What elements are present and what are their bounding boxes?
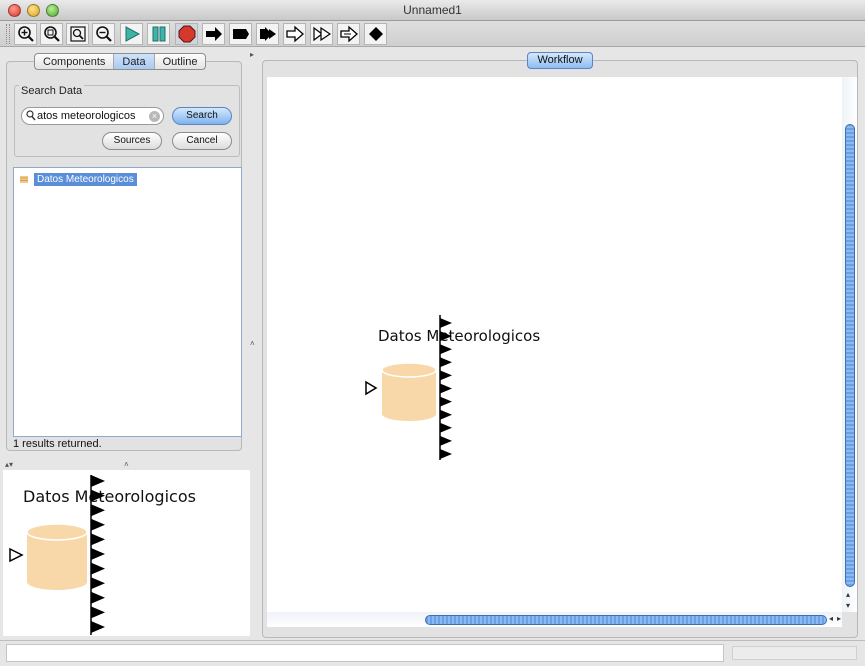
scroll-up-icon[interactable]: ▴: [846, 590, 850, 599]
splitter-handle-icon[interactable]: ˄: [250, 339, 255, 348]
workflow-canvas[interactable]: Datos Meteorologicos: [267, 77, 842, 612]
search-input-value: atos meteorologicos: [37, 110, 136, 122]
output-port-icon[interactable]: [91, 562, 105, 575]
diamond-icon: [368, 27, 383, 41]
stop-icon: [178, 25, 195, 43]
search-input[interactable]: atos meteorologicos ×: [21, 107, 164, 125]
database-icon: [381, 362, 437, 421]
run-icon: [125, 26, 140, 42]
results-list[interactable]: Datos Meteorologicos: [13, 167, 242, 437]
output-port-icon[interactable]: [91, 591, 105, 604]
arrow-right-icon: [205, 27, 222, 41]
output-port-icon[interactable]: [91, 621, 105, 633]
zoom-fit-button[interactable]: [40, 23, 63, 45]
output-port-icon[interactable]: [91, 504, 105, 517]
output-port-icon[interactable]: [440, 409, 452, 420]
output-port-icon[interactable]: [440, 383, 452, 394]
zoom-in-button[interactable]: [14, 23, 37, 45]
left-panel: Components Data Outline Search Data atos…: [6, 50, 246, 455]
scroll-right-icon[interactable]: ▸: [837, 614, 841, 623]
window-title: Unnamed1: [403, 3, 462, 17]
outline-arrow-icon: [285, 25, 304, 43]
output-port-icon[interactable]: [440, 331, 452, 342]
output-port-icon[interactable]: [440, 435, 452, 446]
sources-button[interactable]: Sources: [102, 132, 162, 150]
scroll-left-icon[interactable]: ◂: [829, 614, 833, 623]
zoom-reset-button[interactable]: [66, 23, 89, 45]
fast-forward-button[interactable]: [310, 23, 333, 45]
diamond-button[interactable]: [364, 23, 387, 45]
zoom-in-icon: [17, 26, 34, 42]
panel-tabs: Components Data Outline: [34, 53, 207, 70]
run-button[interactable]: [120, 23, 143, 45]
output-ports: [440, 318, 452, 459]
output-port-icon[interactable]: [440, 357, 452, 368]
output-port-icon[interactable]: [91, 548, 105, 560]
cancel-button[interactable]: Cancel: [172, 132, 232, 150]
vertical-scroll-thumb[interactable]: [845, 124, 855, 587]
output-port-icon[interactable]: [440, 370, 452, 381]
output-port-icon[interactable]: [91, 489, 105, 502]
output-port-icon[interactable]: [91, 518, 105, 531]
double-arrow-button[interactable]: [256, 23, 279, 45]
search-icon: [26, 110, 36, 121]
actor-node[interactable]: [267, 77, 842, 612]
scroll-down-icon[interactable]: ▾: [846, 601, 850, 610]
output-port-icon[interactable]: [91, 606, 105, 619]
results-status: 1 results returned.: [13, 438, 102, 450]
status-progress: [732, 646, 857, 660]
output-port-icon[interactable]: [91, 577, 105, 590]
tab-components[interactable]: Components: [35, 54, 115, 69]
stop-button[interactable]: [175, 23, 198, 45]
zoom-out-button[interactable]: [92, 23, 115, 45]
arrow-right-button[interactable]: [202, 23, 225, 45]
input-port-icon: [365, 380, 378, 396]
fast-forward-icon: [312, 26, 331, 42]
flag-button[interactable]: [229, 23, 252, 45]
outline-arrow-2-button[interactable]: [337, 23, 360, 45]
flag-icon: [232, 29, 249, 39]
list-item[interactable]: Datos Meteorologicos: [20, 172, 137, 186]
result-label: Datos Meteorologicos: [34, 172, 137, 186]
output-port-icon[interactable]: [440, 449, 452, 459]
application-window: Unnamed1 Components Data Outline Search …: [0, 0, 865, 666]
tab-data[interactable]: Data: [114, 54, 155, 69]
double-arrow-icon: [259, 27, 276, 41]
output-port-icon[interactable]: [91, 533, 105, 546]
splitter-handle-icon[interactable]: ˄: [124, 460, 129, 469]
output-port-icon[interactable]: [440, 396, 452, 407]
database-icon: [20, 175, 28, 183]
zoom-reset-icon: [69, 26, 86, 42]
output-port-icon[interactable]: [91, 475, 105, 487]
tab-workflow[interactable]: Workflow: [527, 52, 593, 69]
outline-arrow-button[interactable]: [283, 23, 306, 45]
output-ports: [91, 475, 105, 633]
outline-arrow-2-icon: [339, 25, 358, 43]
search-button[interactable]: Search: [172, 107, 232, 125]
input-port-icon: [9, 547, 24, 563]
database-icon: [26, 523, 88, 590]
splitter-arrow-icon[interactable]: ▸: [250, 50, 254, 59]
overview-panel: Datos Meteorologicos: [3, 470, 250, 636]
pause-button[interactable]: [147, 23, 170, 45]
tab-outline[interactable]: Outline: [155, 54, 206, 69]
output-port-icon[interactable]: [440, 318, 452, 328]
toolbar: [0, 21, 865, 47]
toolbar-grip[interactable]: [6, 24, 10, 44]
pause-icon: [152, 26, 165, 42]
output-port-icon[interactable]: [440, 422, 452, 433]
zoom-fit-icon: [43, 26, 60, 42]
clear-search-icon[interactable]: ×: [149, 111, 160, 122]
title-bar: Unnamed1: [0, 0, 865, 21]
preview-actor: [9, 475, 105, 635]
search-data-label: Search Data: [19, 85, 85, 97]
collapse-arrows-icon[interactable]: ▴▾: [5, 460, 13, 469]
horizontal-scroll-thumb[interactable]: [425, 615, 827, 625]
output-port-icon[interactable]: [440, 344, 452, 355]
zoom-out-icon: [95, 26, 112, 42]
status-field: [6, 644, 724, 662]
